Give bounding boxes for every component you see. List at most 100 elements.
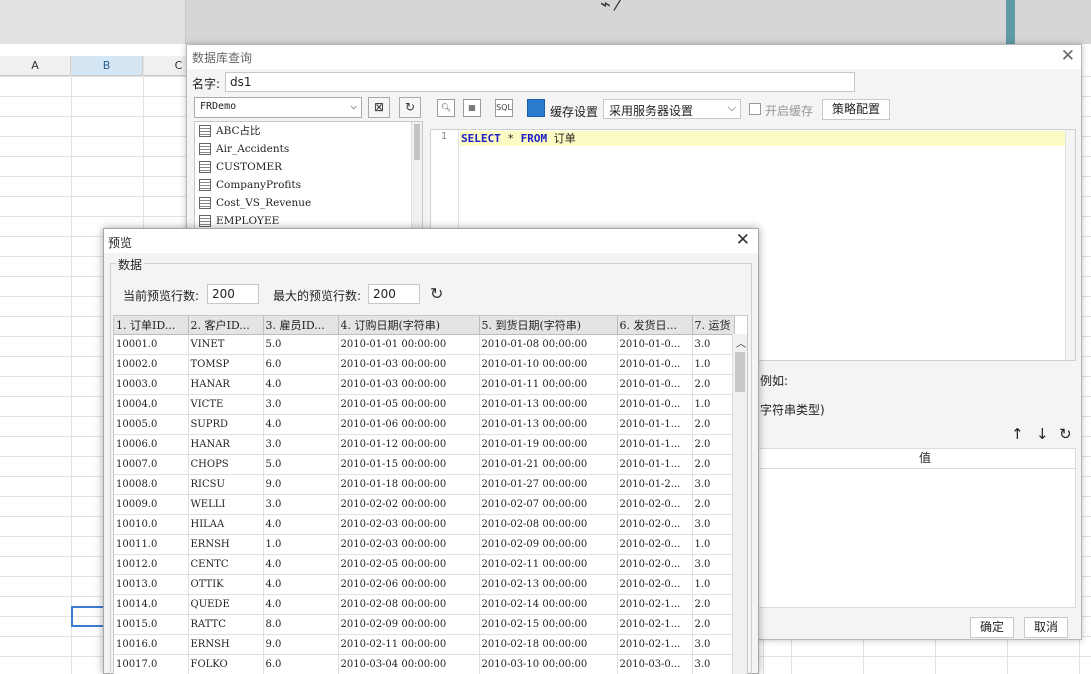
table-cell[interactable]: 2010-01-13 00:00:00 xyxy=(479,414,618,435)
table-cell[interactable]: 4.0 xyxy=(263,594,339,615)
table-row[interactable]: 10015.0 RATTC 8.0 2010-02-09 00:00:00 2010-0… xyxy=(114,614,735,635)
table-cell[interactable]: 2010-01-06 00:00:00 xyxy=(338,414,480,435)
table-cell[interactable]: 10014.0 xyxy=(114,594,189,615)
table-cell[interactable]: 2010-01-15 00:00:00 xyxy=(338,454,480,475)
table-cell[interactable]: 4.0 xyxy=(263,414,339,435)
table-cell[interactable]: SUPRD xyxy=(188,414,264,435)
table-cell[interactable]: 2010-01-11 00:00:00 xyxy=(479,374,618,395)
parameter-table[interactable]: 值 xyxy=(758,448,1076,608)
table-cell[interactable]: 2010-01-12 00:00:00 xyxy=(338,434,480,455)
editor-scrollbar[interactable] xyxy=(1065,130,1075,360)
table-cell[interactable]: 4.0 xyxy=(263,574,339,595)
table-cell[interactable]: 10013.0 xyxy=(114,574,189,595)
table-cell[interactable]: 2010-01-18 00:00:00 xyxy=(338,474,480,495)
table-cell[interactable]: 2.0 xyxy=(692,414,735,435)
table-cell[interactable]: 2010-03-0... xyxy=(617,654,693,674)
table-cell[interactable]: 10004.0 xyxy=(114,394,189,415)
table-cell[interactable]: 2.0 xyxy=(692,374,735,395)
table-cell[interactable]: 2010-02-14 00:00:00 xyxy=(479,594,618,615)
scrollbar-thumb[interactable] xyxy=(735,352,745,392)
table-cell[interactable]: 2010-02-09 00:00:00 xyxy=(338,614,480,635)
cache-icon[interactable] xyxy=(527,99,545,117)
table-cell[interactable]: 2010-01-03 00:00:00 xyxy=(338,374,480,395)
column-header[interactable]: 5. 到货日期(字符串) xyxy=(479,316,618,335)
sql-format-icon[interactable]: SQL xyxy=(495,99,513,117)
table-cell[interactable]: 2010-02-1... xyxy=(617,634,693,655)
table-row[interactable]: 10012.0 CENTC 4.0 2010-02-05 00:00:00 2010-0… xyxy=(114,554,735,575)
table-row[interactable]: 10001.0 VINET 5.0 2010-01-01 00:00:00 2010-0… xyxy=(114,334,735,355)
table-cell[interactable]: 10005.0 xyxy=(114,414,189,435)
table-cell[interactable]: 2010-03-04 00:00:00 xyxy=(338,654,480,674)
table-cell[interactable]: 1.0 xyxy=(692,534,735,555)
table-cell[interactable]: OTTIK xyxy=(188,574,264,595)
table-cell[interactable]: 6.0 xyxy=(263,354,339,375)
table-cell[interactable]: 2010-02-02 00:00:00 xyxy=(338,494,480,515)
table-cell[interactable]: 2010-01-0... xyxy=(617,394,693,415)
datasource-select[interactable]: FRDemo ⌵ xyxy=(194,97,362,118)
table-cell[interactable]: RICSU xyxy=(188,474,264,495)
table-list-item[interactable]: Cost_VS_Revenue xyxy=(195,194,422,212)
table-cell[interactable]: 9.0 xyxy=(263,634,339,655)
table-cell[interactable]: 2010-01-03 00:00:00 xyxy=(338,354,480,375)
close-icon[interactable]: ✕ xyxy=(1061,46,1075,66)
preview-data-grid[interactable]: 1. 订单ID... 2. 客户ID... 3. 雇员ID... 4. 订购日期(字符… xyxy=(113,315,748,674)
table-cell[interactable]: 2010-02-0... xyxy=(617,534,693,555)
column-header-a[interactable]: A xyxy=(0,56,71,76)
table-cell[interactable]: 2010-01-01 00:00:00 xyxy=(338,334,480,355)
column-header[interactable]: 6. 发货日... xyxy=(617,316,693,335)
table-cell[interactable]: 10016.0 xyxy=(114,634,189,655)
table-row[interactable]: 10004.0 VICTE 3.0 2010-01-05 00:00:00 2010-0… xyxy=(114,394,735,415)
table-cell[interactable]: 2010-02-09 00:00:00 xyxy=(479,534,618,555)
table-cell[interactable]: 3.0 xyxy=(692,654,735,674)
table-row[interactable]: 10017.0 FOLKO 6.0 2010-03-04 00:00:00 2010-0… xyxy=(114,654,735,674)
table-cell[interactable]: 2010-03-10 00:00:00 xyxy=(479,654,618,674)
table-row[interactable]: 10003.0 HANAR 4.0 2010-01-03 00:00:00 2010-0… xyxy=(114,374,735,395)
table-row[interactable]: 10002.0 TOMSP 6.0 2010-01-03 00:00:00 2010-0… xyxy=(114,354,735,375)
table-cell[interactable]: 2010-01-05 00:00:00 xyxy=(338,394,480,415)
table-cell[interactable]: 10001.0 xyxy=(114,334,189,355)
table-row[interactable]: 10013.0 OTTIK 4.0 2010-02-06 00:00:00 2010-0… xyxy=(114,574,735,595)
table-cell[interactable]: 2010-02-11 00:00:00 xyxy=(479,554,618,575)
table-cell[interactable]: 10003.0 xyxy=(114,374,189,395)
table-cell[interactable]: 2010-02-18 00:00:00 xyxy=(479,634,618,655)
table-cell[interactable]: 10009.0 xyxy=(114,494,189,515)
table-cell[interactable]: 2010-02-1... xyxy=(617,614,693,635)
cache-select[interactable]: 采用服务器设置 ⌵ xyxy=(603,99,741,119)
column-header[interactable]: 1. 订单ID... xyxy=(114,316,189,335)
table-cell[interactable]: ERNSH xyxy=(188,534,264,555)
table-cell[interactable]: 3.0 xyxy=(692,554,735,575)
table-cell[interactable]: 10010.0 xyxy=(114,514,189,535)
preview-table-icon[interactable]: ⊠ xyxy=(368,97,390,118)
table-cell[interactable]: 3.0 xyxy=(263,434,339,455)
table-cell[interactable]: 2010-01-10 00:00:00 xyxy=(479,354,618,375)
table-row[interactable]: 10016.0 ERNSH 9.0 2010-02-11 00:00:00 2010-0… xyxy=(114,634,735,655)
table-cell[interactable]: 10007.0 xyxy=(114,454,189,475)
table-cell[interactable]: 2010-01-1... xyxy=(617,454,693,475)
table-cell[interactable]: 2.0 xyxy=(692,494,735,515)
table-list-item[interactable]: ABC占比 xyxy=(195,122,422,140)
table-cell[interactable]: 2010-02-1... xyxy=(617,594,693,615)
table-cell[interactable]: 2010-01-0... xyxy=(617,334,693,355)
table-cell[interactable]: 5.0 xyxy=(263,334,339,355)
table-cell[interactable]: ERNSH xyxy=(188,634,264,655)
grid-scrollbar[interactable]: ︿ xyxy=(732,334,747,674)
table-cell[interactable]: FOLKO xyxy=(188,654,264,674)
table-cell[interactable]: QUEDE xyxy=(188,594,264,615)
arrow-down-icon[interactable]: ↓ xyxy=(1036,425,1049,443)
table-cell[interactable]: CHOPS xyxy=(188,454,264,475)
table-cell[interactable]: VINET xyxy=(188,334,264,355)
table-cell[interactable]: 2010-02-11 00:00:00 xyxy=(338,634,480,655)
selected-cell[interactable] xyxy=(71,606,107,627)
table-list-item[interactable]: CompanyProfits xyxy=(195,176,422,194)
table-cell[interactable]: TOMSP xyxy=(188,354,264,375)
table-cell[interactable]: 10012.0 xyxy=(114,554,189,575)
refresh-icon[interactable]: ↻ xyxy=(430,284,443,303)
sql-code[interactable]: SELECT * FROM 订单 xyxy=(461,131,576,146)
table-cell[interactable]: 2010-01-1... xyxy=(617,414,693,435)
table-cell[interactable]: 8.0 xyxy=(263,614,339,635)
refresh-icon[interactable]: ↻ xyxy=(399,97,421,118)
current-rows-input[interactable]: 200 xyxy=(207,284,259,304)
table-cell[interactable]: 2010-01-13 00:00:00 xyxy=(479,394,618,415)
table-cell[interactable]: 10015.0 xyxy=(114,614,189,635)
table-cell[interactable]: 2010-01-0... xyxy=(617,374,693,395)
